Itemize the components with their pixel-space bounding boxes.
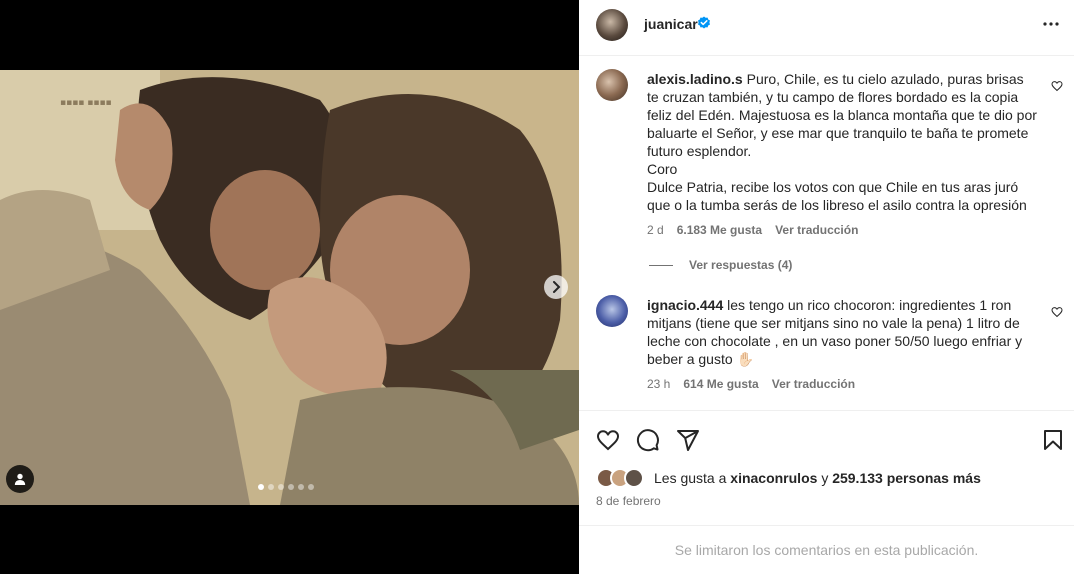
translate-link[interactable]: Ver traducción [772, 377, 855, 391]
view-replies-button[interactable]: Ver respuestas (4) [649, 258, 792, 272]
verified-badge-icon [698, 16, 710, 29]
comment-age[interactable]: 23 h [647, 377, 670, 391]
carousel-dot [288, 484, 294, 490]
view-replies-label: Ver respuestas (4) [689, 258, 793, 272]
post-header: juanicar [579, 0, 1074, 56]
commenter-username[interactable]: ignacio.444 [647, 297, 723, 313]
comments-limited-notice: Se limitaron los comentarios en esta pub… [579, 525, 1074, 574]
replies-divider [649, 264, 673, 266]
more-horizontal-icon[interactable] [1041, 14, 1061, 34]
comment-like-count[interactable]: 6.183 Me gusta [677, 223, 762, 237]
user-icon [14, 473, 26, 485]
carousel-dot [298, 484, 304, 490]
like-comment-heart-icon[interactable] [1051, 80, 1063, 92]
comment-body: ignacio.444 les tengo un rico chocoron: … [647, 296, 1037, 368]
like-heart-icon[interactable] [596, 428, 620, 452]
comment-bubble-icon[interactable] [636, 428, 660, 452]
carousel-indicator [258, 484, 314, 490]
commenter-avatar[interactable] [596, 295, 628, 327]
carousel-dot [268, 484, 274, 490]
likes-joiner: y [821, 470, 829, 486]
carousel-dot [258, 484, 264, 490]
comment-like-count[interactable]: 614 Me gusta [683, 377, 758, 391]
post-date[interactable]: 8 de febrero [596, 494, 661, 508]
likes-others-count[interactable]: 259.133 personas más [832, 470, 981, 486]
comment-meta: 2 d 6.183 Me gusta Ver traducción [647, 223, 858, 237]
tagged-users-button[interactable] [6, 465, 34, 493]
save-bookmark-icon[interactable] [1041, 428, 1065, 452]
carousel-dot [278, 484, 284, 490]
svg-text:▪▪▪▪ ▪▪▪▪: ▪▪▪▪ ▪▪▪▪ [60, 98, 112, 108]
like-comment-heart-icon[interactable] [1051, 306, 1063, 318]
comment-age[interactable]: 2 d [647, 223, 664, 237]
photo-illustration: ▪▪▪▪ ▪▪▪▪ [0, 70, 579, 505]
post-photo[interactable]: ▪▪▪▪ ▪▪▪▪ [0, 70, 579, 505]
comment-body: alexis.ladino.s Puro, Chile, es tu cielo… [647, 70, 1037, 214]
next-slide-button[interactable] [544, 275, 568, 299]
comment-text: Puro, Chile, es tu cielo azulado, puras … [647, 71, 1037, 213]
comment-meta: 23 h 614 Me gusta Ver traducción [647, 377, 855, 391]
liker-username[interactable]: xinaconrulos [730, 470, 817, 486]
post-side-panel: juanicar alexis.ladino.s Puro, Chile, es… [579, 0, 1074, 574]
commenter-username[interactable]: alexis.ladino.s [647, 71, 743, 87]
likes-summary: Les gusta a xinaconrulos y 259.133 perso… [596, 467, 981, 489]
liker-avatars[interactable] [596, 468, 650, 488]
media-viewer: ▪▪▪▪ ▪▪▪▪ [0, 0, 579, 574]
carousel-dot [308, 484, 314, 490]
share-send-icon[interactable] [676, 428, 700, 452]
post-action-bar [579, 410, 1074, 465]
translate-link[interactable]: Ver traducción [775, 223, 858, 237]
likes-prefix: Les gusta a [654, 470, 727, 486]
commenter-avatar[interactable] [596, 69, 628, 101]
liker-avatar [624, 468, 644, 488]
comments-list[interactable]: alexis.ladino.s Puro, Chile, es tu cielo… [579, 57, 1074, 407]
author-avatar[interactable] [596, 9, 628, 41]
author-username[interactable]: juanicar [644, 16, 698, 32]
chevron-right-icon [553, 281, 561, 293]
